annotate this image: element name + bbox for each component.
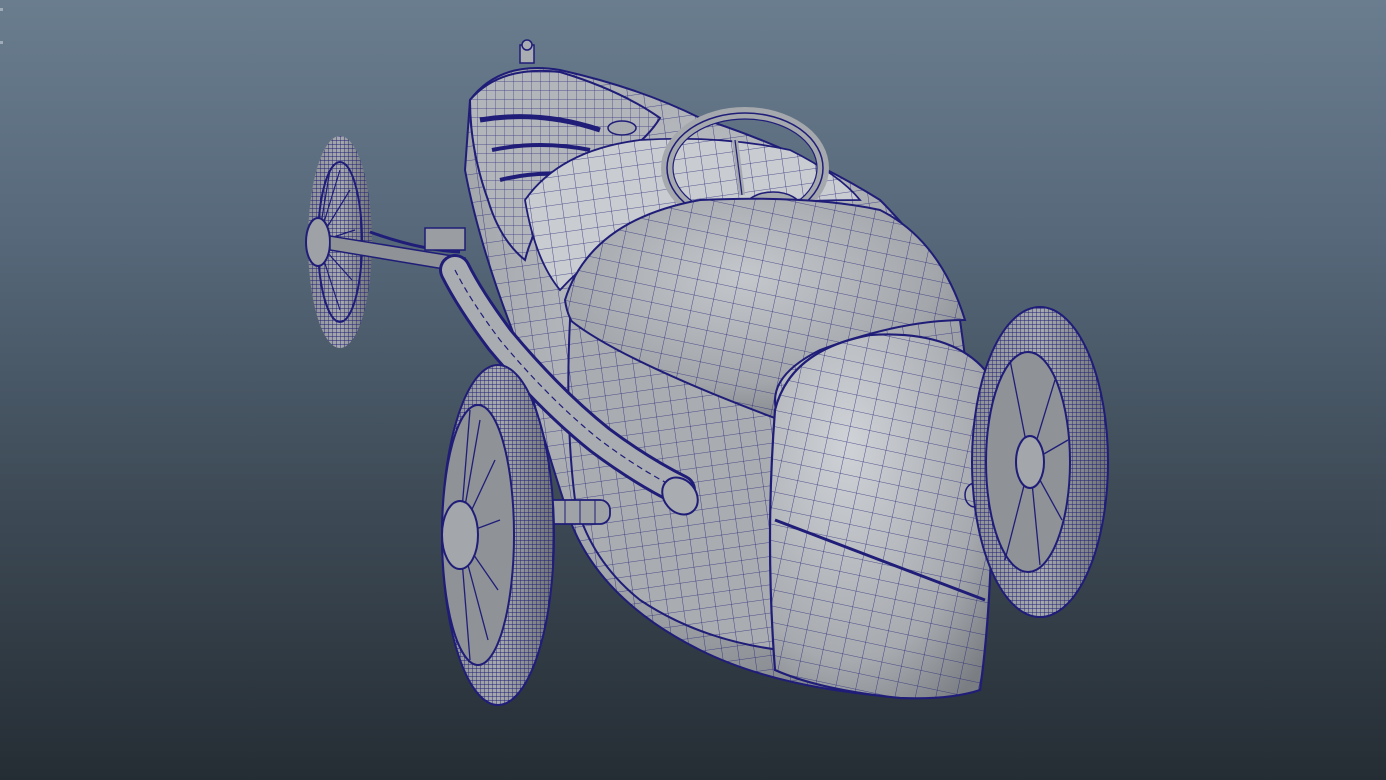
nose-cone[interactable] — [768, 333, 996, 700]
maya-viewport[interactable] — [0, 0, 1386, 780]
front-left-wheel[interactable] — [441, 364, 555, 706]
car-model[interactable] — [0, 0, 1386, 780]
front-right-wheel[interactable] — [971, 306, 1109, 618]
